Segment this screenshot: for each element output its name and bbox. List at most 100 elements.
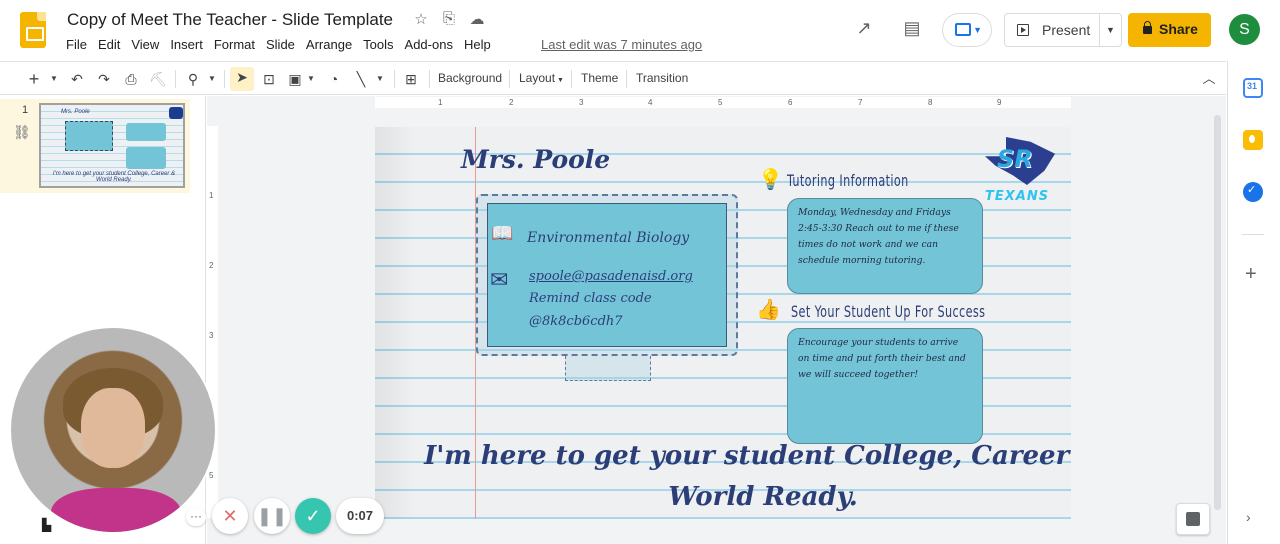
activity-trend-icon[interactable]: ↗ xyxy=(852,18,876,39)
logo-letters: SR xyxy=(997,145,1033,173)
presenter-shirt xyxy=(51,488,181,532)
teacher-name[interactable]: Mrs. Poole xyxy=(461,145,610,174)
print-icon[interactable]: ⎙ xyxy=(121,69,141,89)
comments-icon[interactable]: ▤ xyxy=(900,18,924,39)
add-comment-icon[interactable]: ⊞ xyxy=(401,69,421,89)
menu-addons[interactable]: Add-ons xyxy=(405,37,459,52)
success-card[interactable]: Encourage your students to arrive on tim… xyxy=(787,328,983,444)
menu-arrange[interactable]: Arrange xyxy=(306,37,358,52)
image-options-icon[interactable]: ▼ xyxy=(305,69,317,89)
tasks-icon[interactable] xyxy=(1243,182,1263,202)
menu-view[interactable]: View xyxy=(131,37,165,52)
remind-code[interactable]: @8k8cb6cdh7 xyxy=(529,314,623,329)
redo-icon[interactable]: ↷ xyxy=(94,69,114,89)
envelope-icon: ✉ xyxy=(490,267,509,292)
menu-edit[interactable]: Edit xyxy=(98,37,126,52)
thumbs-up-icon: 👍 xyxy=(756,299,781,321)
explore-button[interactable] xyxy=(1176,503,1210,535)
slides-logo-icon[interactable] xyxy=(20,12,46,48)
present-label: Present xyxy=(1042,22,1091,38)
present-to-meeting-button[interactable]: ▼ xyxy=(942,13,992,47)
zoom-icon[interactable]: ⚲ xyxy=(183,69,203,89)
document-title[interactable]: Copy of Meet The Teacher - Slide Templat… xyxy=(67,10,393,30)
image-icon[interactable]: ▣ xyxy=(285,69,305,89)
select-cursor-icon[interactable]: ➤ xyxy=(230,67,254,91)
account-avatar[interactable]: S xyxy=(1229,14,1260,45)
cancel-recording-button[interactable]: ✕ xyxy=(212,498,248,534)
last-edit-link[interactable]: Last edit was 7 minutes ago xyxy=(541,37,702,52)
collapse-toolbar-icon[interactable]: ︿ xyxy=(1199,69,1219,89)
line-icon[interactable]: ╲ xyxy=(351,69,371,89)
tagline-line-1[interactable]: I'm here to get your student College, Ca… xyxy=(375,441,1071,471)
move-folder-icon[interactable]: ⎘ xyxy=(439,10,459,27)
star-icon[interactable]: ☆ xyxy=(411,10,431,28)
finish-recording-button[interactable]: ✓ xyxy=(295,498,331,534)
background-button[interactable]: Background xyxy=(438,71,502,85)
line-options-icon[interactable]: ▼ xyxy=(374,69,386,89)
menu-help[interactable]: Help xyxy=(464,37,497,52)
toolbar-divider xyxy=(175,70,176,88)
slide[interactable]: Mrs. Poole 📖 Environmental Biology ✉ spo… xyxy=(375,127,1071,519)
ruler-mark: 8 xyxy=(928,98,933,107)
paint-format-icon[interactable]: ⛏ xyxy=(148,69,168,89)
side-panel-divider xyxy=(1242,234,1264,235)
menu-format[interactable]: Format xyxy=(214,37,261,52)
present-button[interactable]: Present ▼ xyxy=(1004,13,1122,47)
vertical-scrollbar[interactable] xyxy=(1214,115,1221,510)
menu-insert[interactable]: Insert xyxy=(170,37,209,52)
recording-more-options-button[interactable]: ··· xyxy=(186,508,206,526)
undo-icon[interactable]: ↶ xyxy=(67,69,87,89)
menu-slide[interactable]: Slide xyxy=(266,37,301,52)
shape-icon[interactable]: ◔ xyxy=(323,69,345,89)
ruler-mark: 3 xyxy=(579,98,584,107)
recording-timer: 0:07 xyxy=(336,498,384,534)
present-screen-icon xyxy=(955,23,971,36)
webcam-bubble[interactable] xyxy=(9,326,217,534)
book-icon: 📖 xyxy=(491,223,514,243)
presenter-face xyxy=(81,388,145,468)
lightbulb-icon: 💡 xyxy=(758,169,783,191)
tagline-line-2[interactable]: World Ready. xyxy=(375,482,1071,512)
thumbnail-monitor xyxy=(65,121,113,151)
toolbar-divider xyxy=(429,70,430,88)
ruler-mark: 2 xyxy=(209,261,214,270)
lock-icon xyxy=(1143,21,1152,34)
ruler-mark: 9 xyxy=(997,98,1002,107)
tutoring-heading[interactable]: Tutoring Information xyxy=(787,171,909,190)
cloud-status-icon[interactable]: ☁ xyxy=(467,10,487,28)
side-panel: + › xyxy=(1227,61,1280,544)
theme-button[interactable]: Theme xyxy=(581,71,618,85)
slide-thumbnail[interactable]: Mrs. Poole I'm here to get your student … xyxy=(39,103,185,188)
school-logo[interactable]: SR TEXANS xyxy=(985,137,1061,209)
layout-button[interactable]: Layout ▼ xyxy=(519,71,564,85)
menu-tools[interactable]: Tools xyxy=(363,37,399,52)
slideshow-icon xyxy=(1017,24,1029,36)
toolbar-divider xyxy=(626,70,627,88)
text-box-icon[interactable]: ⊡ xyxy=(258,69,280,89)
transition-button[interactable]: Transition xyxy=(636,71,688,85)
tutoring-card[interactable]: Monday, Wednesday and Fridays 2:45-3:30 … xyxy=(787,198,983,294)
expand-side-panel-icon[interactable]: › xyxy=(1246,509,1251,525)
horizontal-ruler[interactable]: 1 2 3 4 5 6 7 8 9 xyxy=(375,97,1071,108)
new-slide-icon[interactable]: + xyxy=(24,69,44,89)
share-button[interactable]: Share xyxy=(1128,13,1211,47)
calendar-icon[interactable] xyxy=(1243,78,1263,98)
menu-file[interactable]: File xyxy=(66,37,93,52)
thumbnail-card xyxy=(126,147,166,169)
remind-label[interactable]: Remind class code xyxy=(529,291,652,306)
thumbnail-card xyxy=(126,123,166,141)
present-options-button[interactable]: ▼ xyxy=(1099,14,1121,46)
pause-recording-button[interactable]: ❚❚ xyxy=(254,498,290,534)
email-link[interactable]: spoole@pasadenaisd.org xyxy=(529,269,693,284)
slide-number: 1 xyxy=(22,104,29,116)
new-slide-layout-icon[interactable]: ▼ xyxy=(48,69,60,89)
thumbnail-title: Mrs. Poole xyxy=(61,109,90,115)
success-heading[interactable]: Set Your Student Up For Success xyxy=(791,302,985,321)
thumbnail-logo xyxy=(169,107,183,119)
grid-view-icon[interactable]: ▙ xyxy=(42,518,51,532)
subject-text[interactable]: Environmental Biology xyxy=(527,230,689,246)
menu-bar: File Edit View Insert Format Slide Arran… xyxy=(66,37,502,52)
zoom-options-icon[interactable]: ▼ xyxy=(206,69,218,89)
add-addon-icon[interactable]: + xyxy=(1245,263,1257,286)
keep-icon[interactable] xyxy=(1243,130,1263,150)
